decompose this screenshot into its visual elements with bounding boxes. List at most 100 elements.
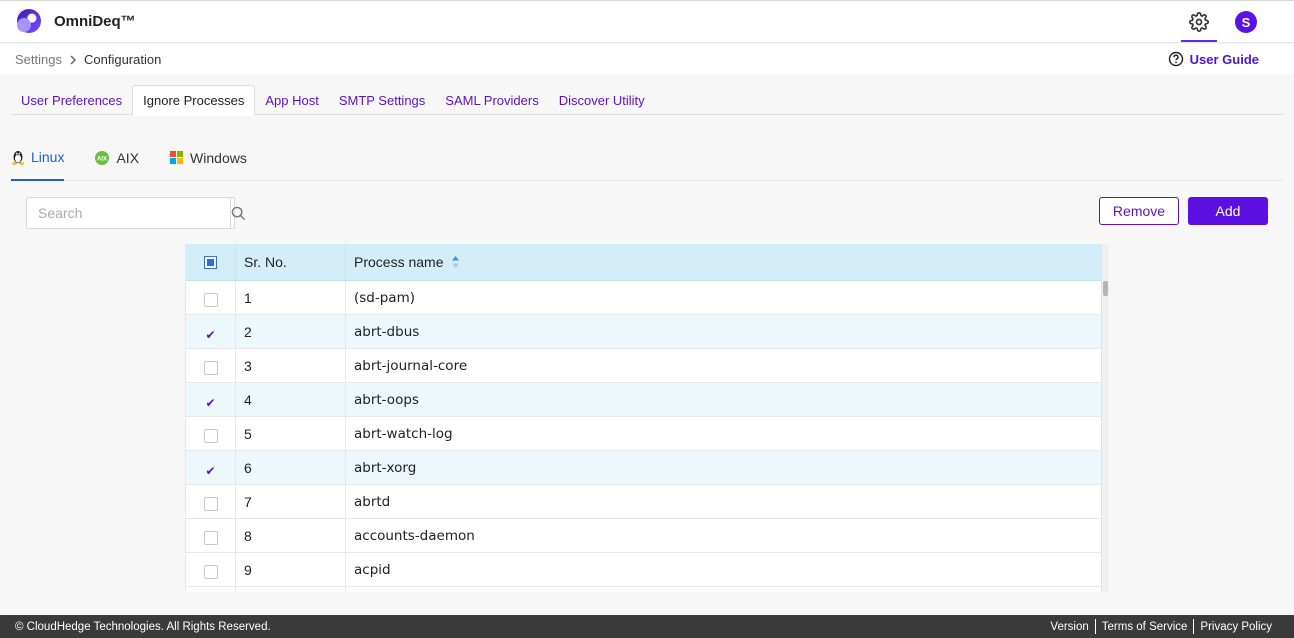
footer: © CloudHedge Technologies. All Rights Re…: [0, 615, 1294, 638]
row-checkbox[interactable]: [203, 530, 218, 545]
process-name-cell: [346, 587, 1102, 592]
table-row[interactable]: ✔ 4 abrt-oops: [186, 383, 1109, 417]
row-select-cell: [186, 281, 236, 314]
scrollbar-thumb[interactable]: [1103, 281, 1108, 296]
row-checkbox[interactable]: [203, 564, 218, 579]
row-select-cell: [186, 553, 236, 586]
tab-aix[interactable]: AIX AIX: [94, 140, 139, 181]
sr-no-cell: 3: [236, 349, 346, 382]
row-select-cell: [186, 485, 236, 518]
breadcrumb-configuration: Configuration: [83, 52, 162, 67]
aix-icon: AIX: [95, 150, 110, 165]
table-row[interactable]: 1 (sd-pam): [186, 281, 1109, 315]
table-row[interactable]: ✔ 6 abrt-xorg: [186, 451, 1109, 485]
row-checkbox[interactable]: [203, 292, 218, 307]
table-row[interactable]: 7 abrtd: [186, 485, 1109, 519]
row-select-cell: [186, 349, 236, 382]
row-checkbox[interactable]: [203, 428, 218, 443]
tab-discover-utility[interactable]: Discover Utility: [549, 85, 655, 115]
row-select-cell: ✔: [186, 383, 236, 416]
table-row[interactable]: 8 accounts-daemon: [186, 519, 1109, 553]
search-icon: [231, 206, 246, 220]
remove-button[interactable]: Remove: [1099, 197, 1179, 225]
process-name-header-label: Process name: [354, 254, 444, 270]
row-select-cell: [186, 587, 236, 592]
tab-smtp-settings[interactable]: SMTP Settings: [329, 85, 435, 115]
process-name-cell: abrtd: [346, 485, 1102, 518]
footer-links: Version Terms of Service Privacy Policy: [1044, 619, 1278, 634]
add-button[interactable]: Add: [1188, 197, 1268, 225]
settings-tabs: User Preferences Ignore Processes App Ho…: [11, 85, 1283, 116]
breadcrumb: Settings Configuration: [15, 52, 161, 67]
footer-link-privacy[interactable]: Privacy Policy: [1194, 621, 1278, 633]
os-tabs: Linux AIX AIX Windows: [11, 140, 1283, 181]
row-select-cell: ✔: [186, 451, 236, 484]
table-scrollbar[interactable]: [1101, 244, 1109, 592]
sr-no-cell: [236, 587, 346, 592]
row-checkbox[interactable]: [203, 496, 218, 511]
user-guide-link[interactable]: User Guide: [1168, 51, 1259, 67]
process-name-cell: (sd-pam): [346, 281, 1102, 314]
search-box: [26, 197, 246, 229]
table-row[interactable]: [186, 587, 1109, 592]
ignore-processes-table: Sr. No. Process name 1 (sd-pam) ✔ 2 abrt-dbu…: [185, 244, 1109, 592]
chevron-right-icon: [70, 54, 77, 65]
footer-link-version[interactable]: Version: [1044, 621, 1094, 633]
column-header-sr-no[interactable]: Sr. No.: [236, 244, 346, 280]
select-all-checkbox[interactable]: [204, 255, 217, 269]
row-checkbox-checked[interactable]: ✔: [205, 328, 215, 342]
table-header: Sr. No. Process name: [186, 244, 1109, 281]
process-name-cell: acpid: [346, 553, 1102, 586]
user-guide-label: User Guide: [1189, 51, 1259, 67]
process-name-cell: abrt-xorg: [346, 451, 1102, 484]
footer-link-terms[interactable]: Terms of Service: [1096, 621, 1194, 633]
user-avatar[interactable]: S: [1235, 11, 1257, 33]
sr-no-cell: 8: [236, 519, 346, 552]
breadcrumb-bar: Settings Configuration User Guide: [0, 44, 1294, 74]
row-checkbox[interactable]: [203, 360, 218, 375]
gear-icon: [1189, 12, 1209, 32]
linux-tux-icon: [12, 150, 24, 165]
tab-linux-label: Linux: [31, 148, 65, 165]
column-header-process-name[interactable]: Process name: [346, 244, 1102, 280]
windows-icon: [169, 150, 184, 165]
omnideq-logo-icon[interactable]: [17, 9, 41, 33]
process-name-cell: accounts-daemon: [346, 519, 1102, 552]
tab-windows[interactable]: Windows: [169, 140, 247, 181]
search-button[interactable]: [230, 198, 246, 228]
tab-linux[interactable]: Linux: [11, 140, 65, 181]
row-select-cell: [186, 519, 236, 552]
table-row[interactable]: ✔ 2 abrt-dbus: [186, 315, 1109, 349]
search-input[interactable]: [27, 198, 230, 228]
tab-app-host[interactable]: App Host: [255, 85, 328, 115]
tab-ignore-processes[interactable]: Ignore Processes: [132, 85, 256, 116]
process-name-cell: abrt-oops: [346, 383, 1102, 416]
help-circle-icon: [1168, 51, 1183, 67]
row-select-cell: [186, 417, 236, 450]
table-body: 1 (sd-pam) ✔ 2 abrt-dbus 3 abrt-journal-core ✔ 4…: [186, 281, 1109, 592]
tab-aix-label: AIX: [116, 149, 140, 166]
app-name: OmniDeq™: [54, 13, 136, 30]
sr-no-cell: 1: [236, 281, 346, 314]
process-name-cell: abrt-journal-core: [346, 349, 1102, 382]
table-row[interactable]: 9 acpid: [186, 553, 1109, 587]
process-name-cell: abrt-dbus: [346, 315, 1102, 348]
table-row[interactable]: 3 abrt-journal-core: [186, 349, 1109, 383]
sr-no-cell: 6: [236, 451, 346, 484]
breadcrumb-settings[interactable]: Settings: [15, 52, 62, 67]
sr-no-cell: 9: [236, 553, 346, 586]
svg-text:AIX: AIX: [97, 156, 107, 162]
row-checkbox-checked[interactable]: ✔: [205, 396, 215, 410]
tab-saml-providers[interactable]: SAML Providers: [435, 85, 548, 115]
table-row[interactable]: 5 abrt-watch-log: [186, 417, 1109, 451]
sr-no-cell: 4: [236, 383, 346, 416]
sort-icon[interactable]: [451, 255, 460, 269]
sr-no-cell: 7: [236, 485, 346, 518]
sr-no-cell: 2: [236, 315, 346, 348]
row-checkbox-checked[interactable]: ✔: [205, 464, 215, 478]
row-select-cell: ✔: [186, 315, 236, 348]
select-all-cell: [186, 244, 236, 280]
settings-button[interactable]: [1181, 4, 1217, 42]
tab-user-preferences[interactable]: User Preferences: [11, 85, 132, 115]
copyright-text: © CloudHedge Technologies. All Rights Re…: [15, 620, 271, 633]
